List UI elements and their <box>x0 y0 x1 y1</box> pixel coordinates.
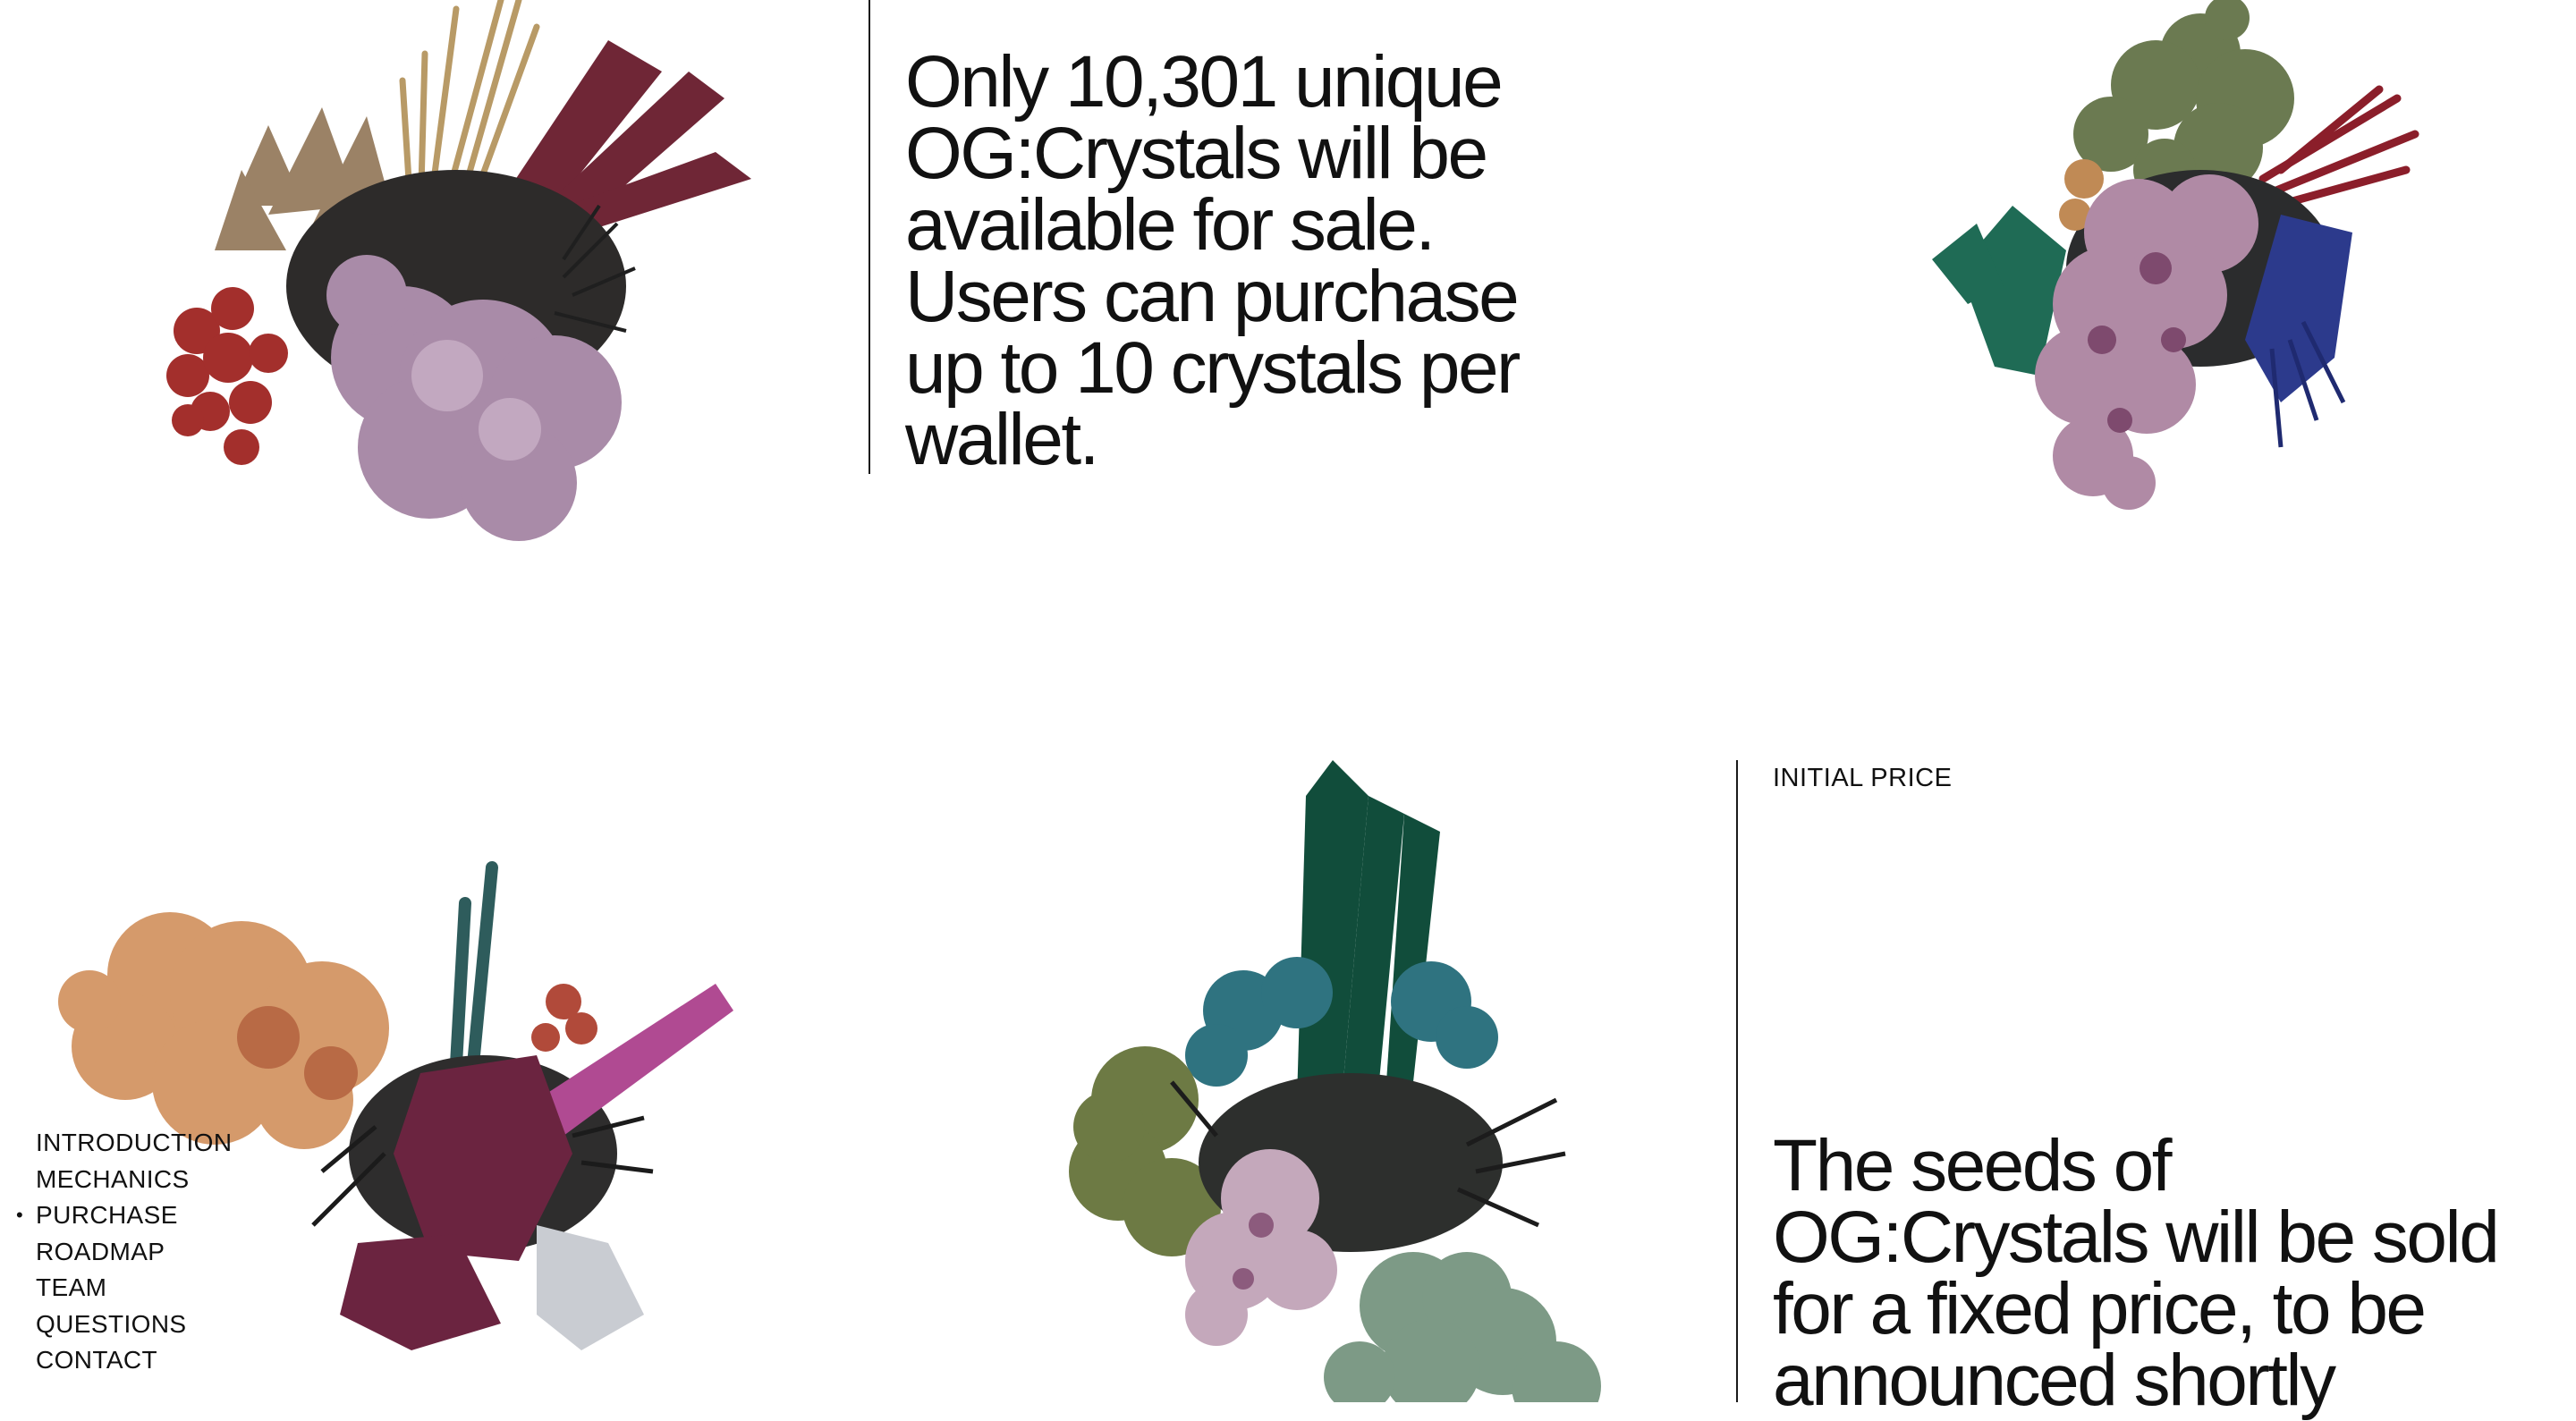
crystal-image-4 <box>1038 760 1628 1402</box>
initial-price-label: INITIAL PRICE <box>1773 764 1953 792</box>
divider-line-bottom <box>1736 760 1738 1402</box>
nav-item-label: ROADMAP <box>36 1237 165 1265</box>
nav-item-questions[interactable]: QUESTIONS <box>36 1307 232 1343</box>
nav-item-label: CONTACT <box>36 1346 158 1374</box>
nav-item-roadmap[interactable]: ROADMAP <box>36 1234 232 1271</box>
active-bullet-icon: • <box>16 1204 24 1226</box>
price-text: The seeds of OG:Crystals will be sold fo… <box>1773 1125 2500 1421</box>
nav-item-purchase[interactable]: • PURCHASE <box>16 1197 232 1234</box>
divider-line-top <box>869 0 870 474</box>
crystal-image-1 <box>134 0 760 563</box>
nav-item-label: MECHANICS <box>36 1164 190 1193</box>
availability-text: Only 10,301 unique OG:Crystals will be a… <box>905 41 1521 480</box>
nav-item-label: PURCHASE <box>36 1201 178 1229</box>
nav-item-mechanics[interactable]: MECHANICS <box>36 1162 232 1198</box>
nav-item-introduction[interactable]: INTRODUCTION <box>36 1125 232 1162</box>
crystal-image-2 <box>1905 0 2442 537</box>
section-nav: INTRODUCTION MECHANICS • PURCHASE ROADMAP… <box>16 1125 232 1379</box>
nav-item-team[interactable]: TEAM <box>36 1270 232 1307</box>
nav-item-contact[interactable]: CONTACT <box>36 1342 232 1379</box>
nav-item-label: TEAM <box>36 1273 107 1301</box>
nav-item-label: INTRODUCTION <box>36 1129 233 1156</box>
nav-item-label: QUESTIONS <box>36 1309 187 1338</box>
